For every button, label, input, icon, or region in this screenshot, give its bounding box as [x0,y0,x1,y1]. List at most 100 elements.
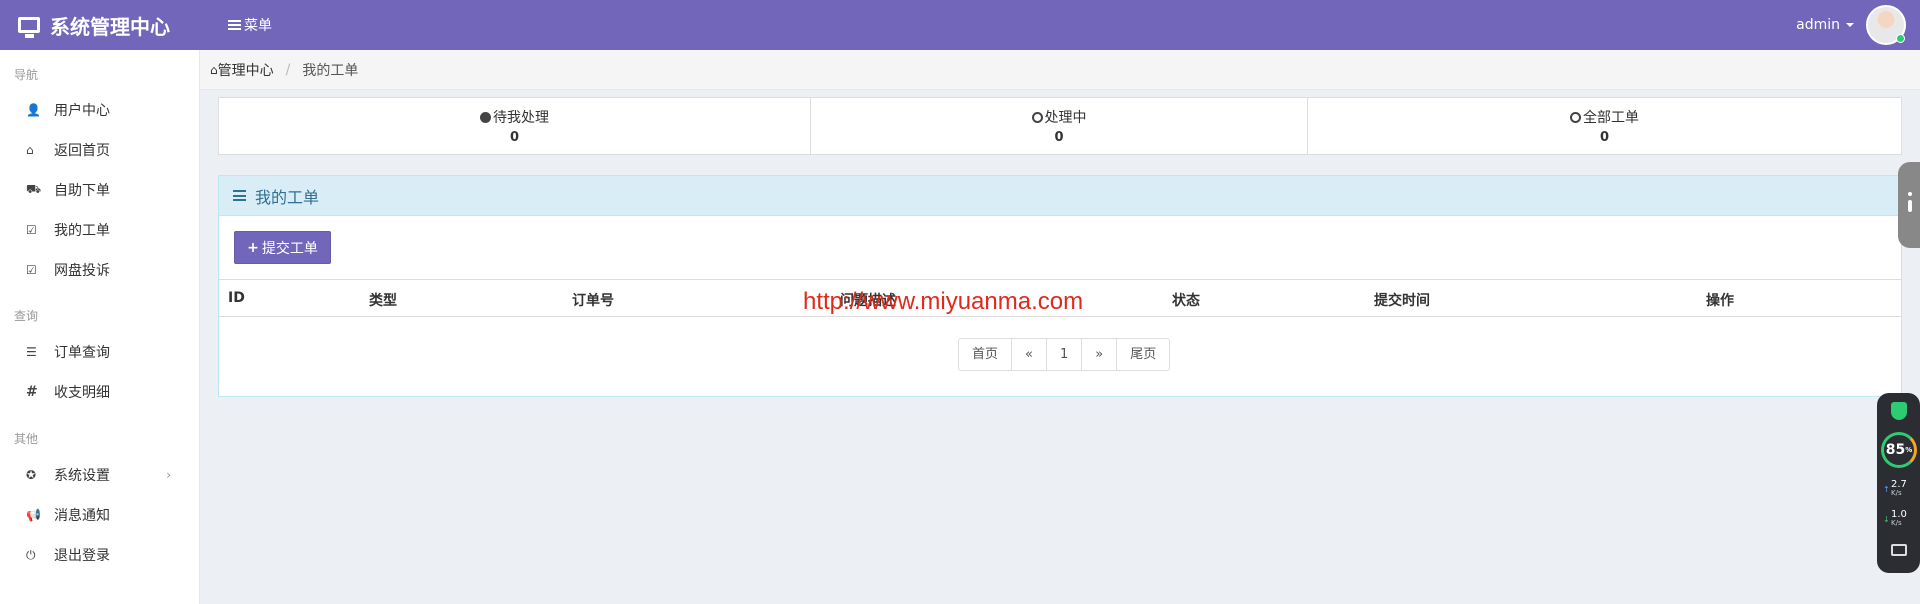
list-icon: ☰ [26,345,37,359]
stat-label-row: 处理中 [1031,107,1087,127]
power-icon: ⏻ [26,547,36,562]
sidebar-item-home[interactable]: ⌂ 返回首页 [0,130,199,170]
stat-label-row: 全部工单 [1570,107,1639,127]
home-icon: ⌂ [26,143,34,157]
clock-icon [1031,112,1043,123]
submit-ticket-label: 提交工单 [261,240,318,257]
submit-ticket-button[interactable]: + 提交工单 [234,231,331,264]
sidebar-item-notifications[interactable]: 📢 消息通知 [0,495,199,535]
cpu-usage-ring: 85% [1881,432,1917,468]
username: admin [1796,17,1840,33]
last-page-button[interactable]: 尾页 [1117,339,1169,370]
stat-label: 待我处理 [493,110,549,126]
sidebar-item-label: 我的工单 [54,223,110,239]
breadcrumb: ⌂ 管理中心 / 我的工单 [200,50,1920,90]
stat-value: 0 [509,130,520,145]
stat-value: 0 [1599,130,1610,145]
sidebar-item-label: 用户中心 [54,103,110,119]
stat-pending[interactable]: 待我处理 0 [219,98,811,154]
download-speed-unit: K/s [1891,519,1902,527]
breadcrumb-home-link[interactable]: 管理中心 [218,60,274,80]
stat-label-row: 待我处理 [480,107,549,127]
check-square-icon: ☑ [26,223,37,237]
brand-title: 系统管理中心 [50,14,170,39]
pagination: 首页 « 1 » 尾页 [958,338,1171,371]
panel-heading: 我的工单 [219,176,1901,216]
system-monitor-widget[interactable]: 85% ↑ 2.7 K/s ↓ 1.0 K/s [1877,393,1920,573]
check-square-icon: ☑ [26,263,37,277]
upload-speed: 2.7 K/s [1891,480,1907,498]
sidebar-item-order-query[interactable]: ☰ 订单查询 [0,332,199,372]
usage-percent: 85 [1885,442,1906,458]
sidebar-item-label: 返回首页 [54,143,110,159]
tickets-panel: 我的工单 + 提交工单 ID 类型 订单号 问题描述 状态 提交时间 操作 首页… [218,175,1902,397]
prev-page-button[interactable]: « [1012,339,1047,370]
sidebar-item-my-tickets[interactable]: ☑ 我的工单 [0,210,199,250]
download-speed: 1.0 K/s [1891,510,1907,528]
info-icon [1908,192,1912,196]
next-page-button[interactable]: » [1082,339,1118,370]
column-header[interactable]: 类型 [369,290,397,310]
sidebar-group-title: 导航 [14,68,39,82]
sidebar-item-label: 网盘投诉 [54,263,110,279]
shield-icon [1891,402,1907,420]
sidebar-item-label: 退出登录 [54,548,110,564]
online-status-icon [1896,34,1905,43]
sidebar-item-settings[interactable]: ✪ 系统设置 › [0,455,199,495]
list-icon [233,190,246,201]
avatar[interactable] [1866,5,1906,45]
hash-icon: # [26,384,38,400]
info-icon-bar [1908,200,1912,212]
stat-processing[interactable]: 处理中 0 [811,98,1308,154]
column-header[interactable]: 操作 [1706,290,1734,310]
page-number-button[interactable]: 1 [1047,339,1083,370]
column-header[interactable]: 状态 [1172,290,1200,310]
sidebar-item-complaints[interactable]: ☑ 网盘投诉 [0,250,199,290]
plus-icon: + [247,239,259,256]
breadcrumb-current: 我的工单 [302,62,359,79]
column-header[interactable]: 订单号 [572,290,614,310]
menu-toggle-button[interactable]: 菜单 [228,0,272,50]
column-header[interactable]: ID [228,290,245,306]
panel-title: 我的工单 [255,187,320,207]
download-arrow-icon: ↓ [1883,515,1890,524]
sidebar-item-label: 消息通知 [54,508,110,524]
stat-all[interactable]: 全部工单 0 [1308,98,1901,154]
breadcrumb-separator: / [285,61,291,78]
top-navbar: 系统管理中心 菜单 admin [0,0,1920,50]
camera-icon[interactable] [1891,544,1907,556]
sidebar-item-label: 订单查询 [54,345,110,361]
info-side-tab[interactable] [1898,162,1920,248]
desktop-icon [18,17,40,38]
usage-percent-unit: % [1905,446,1913,454]
caret-down-icon [1846,23,1854,27]
check-circle-icon [1570,112,1581,123]
chevron-right-icon: › [166,468,171,482]
sidebar-item-label: 收支明细 [54,385,110,401]
first-page-button[interactable]: 首页 [959,339,1013,370]
brand[interactable]: 系统管理中心 [18,0,170,50]
bullhorn-icon: 📢 [26,508,41,522]
sidebar-item-label: 自助下单 [54,183,110,199]
cart-icon: ⛟ [26,182,42,196]
sidebar-group-title: 其他 [14,432,39,446]
column-header[interactable]: 提交时间 [1374,290,1430,310]
menu-label: 菜单 [244,18,272,34]
stat-label: 处理中 [1044,110,1087,126]
user-menu[interactable]: admin [1796,0,1906,50]
watermark-text: http://www.miyuanma.com [803,288,1084,315]
stat-value: 0 [1054,130,1064,145]
upload-speed-unit: K/s [1891,489,1902,497]
sidebar-group-title: 查询 [14,309,39,323]
upload-arrow-icon: ↑ [1883,485,1890,494]
sidebar-item-logout[interactable]: ⏻ 退出登录 [0,535,199,575]
user-icon: 👤 [26,103,41,117]
rebel-icon: ✪ [26,468,37,482]
sidebar-item-user-center[interactable]: 👤 用户中心 [0,90,199,130]
sidebar: 导航 👤 用户中心 ⌂ 返回首页 ⛟ 自助下单 ☑ 我的工单 ☑ 网盘投诉 查询… [0,50,200,604]
sidebar-item-ledger[interactable]: # 收支明细 [0,372,199,412]
sidebar-item-self-order[interactable]: ⛟ 自助下单 [0,170,199,210]
sidebar-item-label: 系统设置 [54,468,110,484]
exclamation-circle-icon [480,112,491,123]
home-icon: ⌂ [210,62,218,77]
